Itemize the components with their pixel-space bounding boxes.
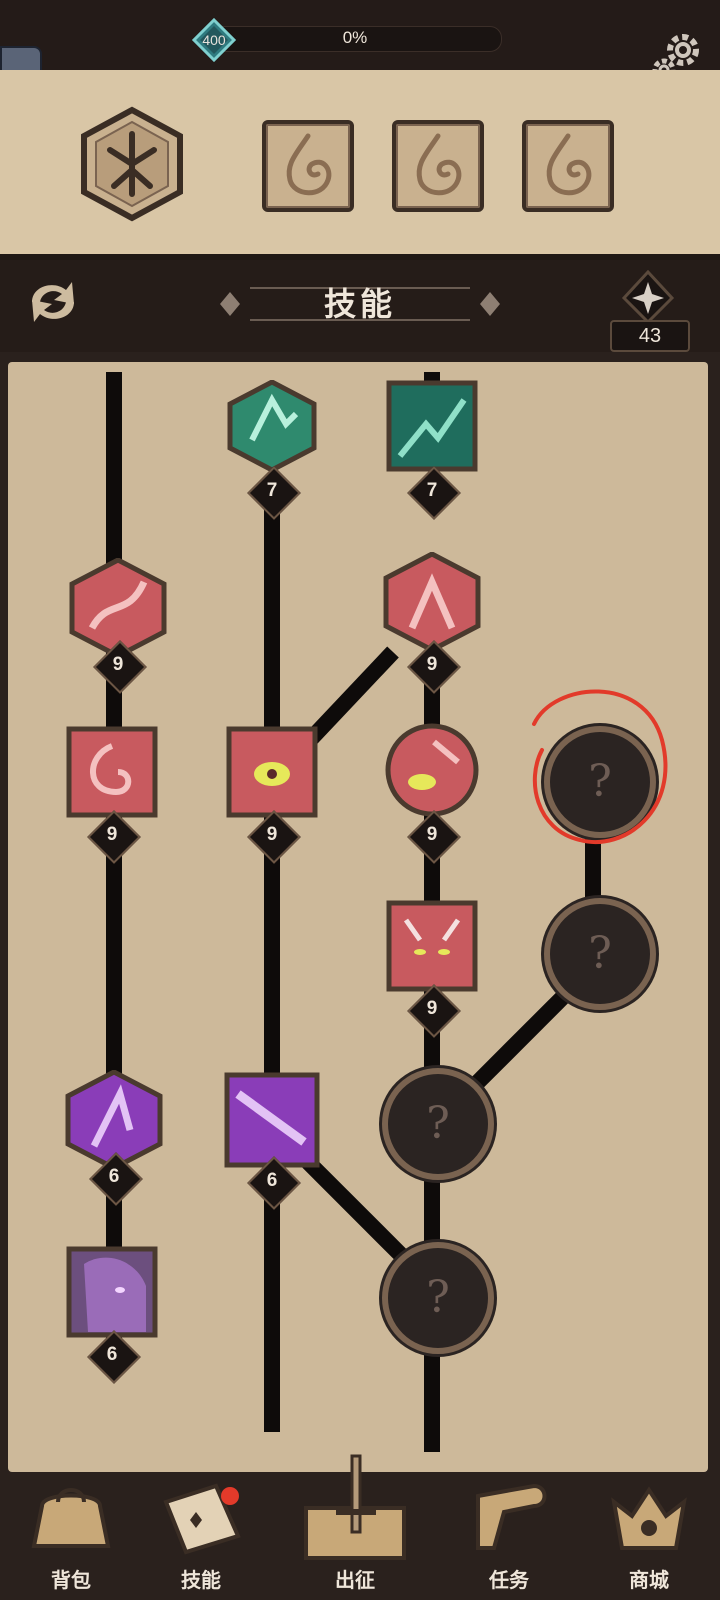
nav-label: 任务: [489, 1570, 529, 1592]
skill-point-star-icon: [621, 270, 675, 324]
reset-swap-icon[interactable]: [20, 274, 86, 330]
equip-slot-1[interactable]: [262, 120, 354, 212]
violet-face-icon: [66, 1246, 158, 1338]
locked-skill-node[interactable]: ?: [382, 1068, 494, 1180]
nav-expedition[interactable]: 出征: [300, 1454, 410, 1600]
nav-label: 背包: [51, 1570, 91, 1592]
skill-level: 6: [106, 1344, 118, 1365]
skill-level: 9: [426, 824, 438, 845]
skill-node-crimson-hex-right[interactable]: 9: [382, 552, 482, 694]
locked-skill-node[interactable]: ?: [544, 726, 656, 838]
skill-node-crimson-face[interactable]: 9: [386, 900, 478, 1038]
skill-node-emerald-hex[interactable]: 7: [226, 380, 318, 520]
skill-level: 7: [266, 480, 278, 501]
violet-beam-icon: [224, 1072, 320, 1168]
skill-level: 9: [266, 824, 278, 845]
nav-skills[interactable]: 技能: [146, 1482, 256, 1600]
shop-crown-icon: [611, 1486, 687, 1550]
skill-level: 9: [426, 998, 438, 1019]
crimson-swirl-icon: [66, 726, 158, 818]
nav-label: 出征: [335, 1570, 375, 1592]
equip-slot-3[interactable]: [522, 120, 614, 212]
crimson-eye-icon: [226, 726, 318, 818]
skill-level: 9: [112, 654, 124, 675]
skill-level: 9: [426, 654, 438, 675]
nav-tasks[interactable]: 任务: [454, 1482, 564, 1600]
crimson-face-icon: [386, 900, 478, 992]
question-mark-icon: ?: [588, 756, 612, 807]
emerald-skill-icon: [227, 380, 317, 472]
nav-label: 技能: [181, 1570, 221, 1592]
question-mark-icon: ?: [588, 928, 612, 979]
skill-node-emerald-square[interactable]: 7: [386, 380, 478, 520]
skill-level: 6: [266, 1170, 278, 1191]
nav-bag[interactable]: 背包: [16, 1482, 126, 1600]
skill-node-violet-face[interactable]: 6: [66, 1246, 158, 1384]
sword-map-icon: [304, 1454, 406, 1560]
scroll-icon: [476, 1483, 547, 1550]
main-slot-emblem-icon[interactable]: [80, 106, 184, 222]
skill-node-crimson-square-mid[interactable]: 9: [226, 726, 318, 864]
skill-level: 7: [426, 480, 438, 501]
nav-shop[interactable]: 商城: [594, 1482, 704, 1600]
flame-swirl-icon: [416, 133, 462, 196]
equipped-slots-panel: [0, 70, 720, 260]
emerald-burst-icon: [386, 380, 478, 472]
skill-node-violet-square[interactable]: 6: [224, 1072, 320, 1210]
question-mark-icon: ?: [426, 1098, 450, 1149]
nav-label: 商城: [629, 1570, 669, 1592]
xp-percent: 0%: [342, 28, 368, 47]
flame-swirl-icon: [286, 133, 332, 196]
crimson-skill-icon: [383, 552, 481, 652]
skill-node-crimson-hex-left[interactable]: 9: [68, 558, 168, 694]
locked-skill-node[interactable]: ?: [382, 1242, 494, 1354]
skill-points-count: 43: [610, 320, 690, 352]
page-title: 技能: [323, 286, 396, 322]
equip-slot-2[interactable]: [392, 120, 484, 212]
connector-line: [106, 372, 122, 1372]
skill-node-violet-hex[interactable]: 6: [64, 1070, 164, 1206]
skill-level: 9: [106, 824, 118, 845]
question-mark-icon: ?: [426, 1272, 450, 1323]
crimson-circle-skill-icon: [385, 723, 479, 817]
skill-node-crimson-square-left[interactable]: 9: [66, 726, 158, 864]
level-text: 400: [202, 32, 226, 48]
skill-level: 6: [108, 1166, 120, 1187]
skill-book-icon: [163, 1483, 241, 1555]
locked-skill-node[interactable]: ?: [544, 898, 656, 1010]
skill-tree-area: 7 7 9 9 9 9 9 ? ? 9 ? 6 6 ? 6: [8, 362, 708, 1472]
bag-icon: [31, 1488, 111, 1548]
skill-node-crimson-circle[interactable]: 9: [384, 722, 480, 864]
flame-swirl-icon: [546, 133, 592, 196]
connector-line: [264, 492, 280, 1432]
